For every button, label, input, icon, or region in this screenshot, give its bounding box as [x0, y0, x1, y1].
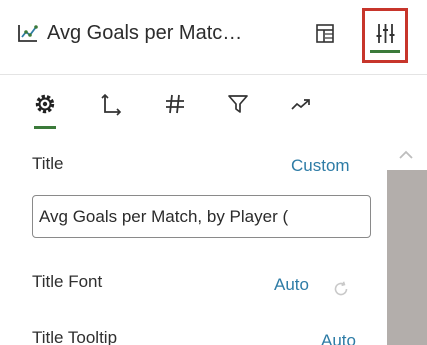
axis-icon[interactable] — [100, 92, 124, 116]
analytics-icon[interactable] — [289, 92, 313, 116]
chart-title: Avg Goals per Matc… — [47, 22, 243, 44]
title-mode-value[interactable]: Custom — [291, 156, 350, 176]
panel-layout-icon[interactable] — [316, 24, 334, 43]
line-chart-icon — [18, 25, 38, 42]
reset-icon[interactable] — [332, 280, 350, 298]
title-tooltip-label: Title Tooltip — [32, 328, 118, 345]
title-font-label: Title Font — [32, 272, 103, 291]
properties-panel: Avg Goals per Matc… Title Custom Avg Goa… — [0, 0, 427, 345]
title-input[interactable] — [32, 195, 371, 238]
scroll-up-arrow-icon[interactable] — [397, 148, 415, 162]
active-indicator — [370, 50, 400, 53]
filter-icon[interactable] — [226, 92, 250, 116]
title-label: Title — [32, 154, 64, 173]
scrollbar-thumb[interactable] — [387, 170, 427, 345]
number-format-icon[interactable] — [163, 92, 187, 116]
title-font-value[interactable]: Auto — [274, 275, 309, 295]
title-tooltip-value[interactable]: Auto — [321, 331, 356, 345]
header-divider — [0, 74, 427, 75]
properties-button[interactable] — [362, 8, 408, 63]
tab-active-underline — [34, 126, 56, 129]
sliders-icon — [376, 24, 395, 43]
gear-icon[interactable] — [33, 92, 57, 116]
panel-header: Avg Goals per Matc… — [0, 0, 427, 74]
